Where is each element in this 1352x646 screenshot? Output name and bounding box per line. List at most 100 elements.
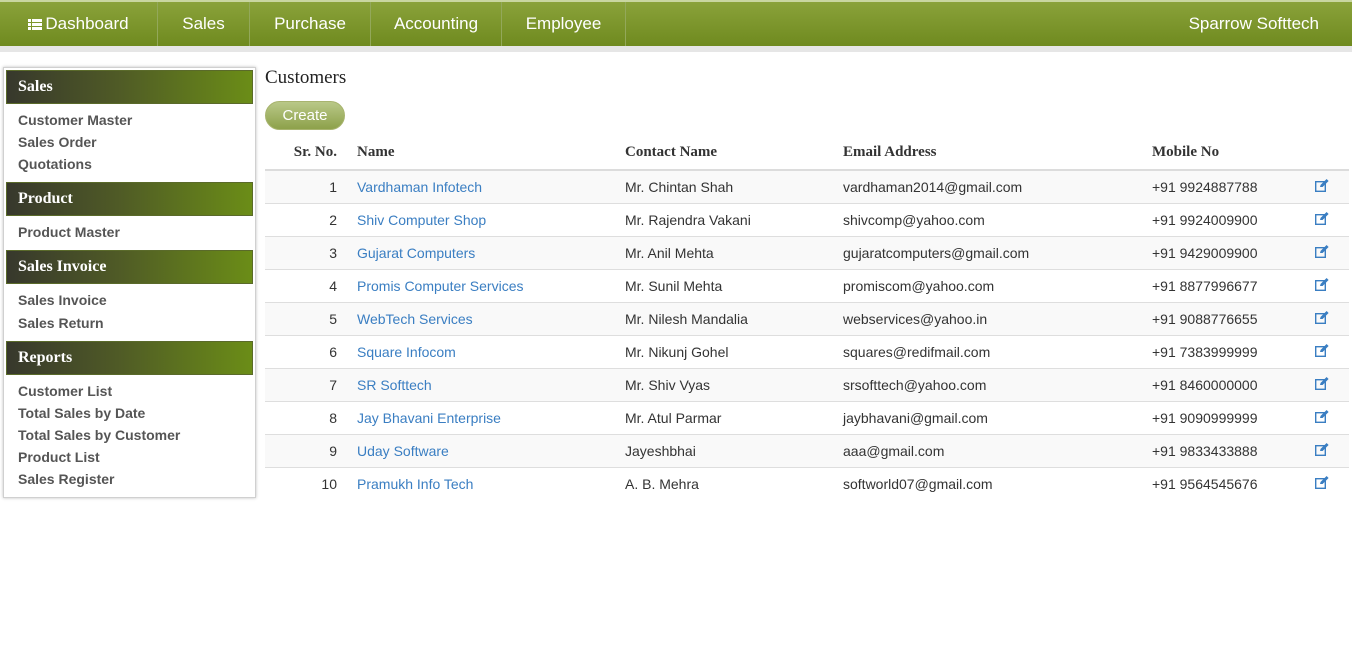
edit-icon[interactable] xyxy=(1314,442,1329,456)
cell-mobile: +91 9833433888 xyxy=(1152,433,1302,467)
sidebar-item-sales-order[interactable]: Sales Order xyxy=(18,134,97,150)
nav-purchase-label: Purchase xyxy=(274,14,346,33)
edit-icon[interactable] xyxy=(1314,475,1329,489)
cell-contact-name: Mr. Rajendra Vakani xyxy=(625,202,843,236)
cell-email: srsofttech@yahoo.com xyxy=(843,367,1152,401)
nav-dashboard-label: Dashboard xyxy=(45,14,129,33)
cell-contact-name: Mr. Sunil Mehta xyxy=(625,268,843,302)
edit-icon[interactable] xyxy=(1314,376,1329,390)
sidebar-header-reports: Reports xyxy=(6,341,253,375)
cell-sr-no: 10 xyxy=(265,466,347,500)
cell-email: vardhaman2014@gmail.com xyxy=(843,169,1152,203)
sidebar-item-sales-return[interactable]: Sales Return xyxy=(18,315,104,331)
customers-table: Sr. No. Name Contact Name Email Address … xyxy=(265,136,1349,500)
cell-mobile: +91 9564545676 xyxy=(1152,466,1302,500)
edit-icon[interactable] xyxy=(1314,310,1329,324)
edit-icon[interactable] xyxy=(1314,277,1329,291)
cell-mobile: +91 9088776655 xyxy=(1152,301,1302,335)
create-button[interactable]: Create xyxy=(265,101,345,130)
sidebar-header-product: Product xyxy=(6,182,253,216)
customer-name-link[interactable]: Square Infocom xyxy=(357,344,456,360)
edit-icon[interactable] xyxy=(1314,178,1329,192)
cell-mobile: +91 9090999999 xyxy=(1152,400,1302,434)
sidebar-item-sales-invoice[interactable]: Sales Invoice xyxy=(18,292,107,308)
nav-sales-label: Sales xyxy=(182,14,225,33)
cell-email: promiscom@yahoo.com xyxy=(843,268,1152,302)
cell-contact-name: Mr. Atul Parmar xyxy=(625,400,843,434)
sidebar: Sales Customer Master Sales Order Quotat… xyxy=(3,67,256,498)
list-icon xyxy=(28,18,43,30)
table-row: 4 Promis Computer Services Mr. Sunil Mehta… xyxy=(265,268,1349,302)
edit-icon[interactable] xyxy=(1314,409,1329,423)
nav-accounting-label: Accounting xyxy=(393,14,479,33)
cell-sr-no: 8 xyxy=(265,400,347,434)
cell-email: shivcomp@yahoo.com xyxy=(843,202,1152,236)
customer-name-link[interactable]: Vardhaman Infotech xyxy=(357,179,482,195)
table-row: 10 Pramukh Info Tech A. B. Mehra softworld0… xyxy=(265,466,1349,500)
customer-name-link[interactable]: Gujarat Computers xyxy=(357,245,475,261)
cell-sr-no: 9 xyxy=(265,433,347,467)
table-row: 6 Square Infocom Mr. Nikunj Gohel squares@r… xyxy=(265,334,1349,368)
cell-sr-no: 5 xyxy=(265,301,347,335)
table-row: 2 Shiv Computer Shop Mr. Rajendra Vakani sh… xyxy=(265,202,1349,236)
edit-icon[interactable] xyxy=(1314,244,1329,258)
cell-contact-name: Jayeshbhai xyxy=(625,433,843,467)
column-header-mobile: Mobile No xyxy=(1152,136,1302,171)
table-row: 5 WebTech Services Mr. Nilesh Mandalia webs… xyxy=(265,301,1349,335)
customer-name-link[interactable]: Pramukh Info Tech xyxy=(357,476,473,492)
cell-mobile: +91 8460000000 xyxy=(1152,367,1302,401)
customer-name-link[interactable]: WebTech Services xyxy=(357,311,473,327)
nav-employee-label: Employee xyxy=(525,14,602,33)
sidebar-item-product-master[interactable]: Product Master xyxy=(18,224,120,240)
column-header-contact-name: Contact Name xyxy=(625,136,843,171)
customer-name-link[interactable]: SR Softtech xyxy=(357,377,432,393)
cell-contact-name: Mr. Nilesh Mandalia xyxy=(625,301,843,335)
cell-email: aaa@gmail.com xyxy=(843,433,1152,467)
column-header-email: Email Address xyxy=(843,136,1152,171)
cell-contact-name: Mr. Anil Mehta xyxy=(625,235,843,269)
navbar-underbar xyxy=(0,46,1352,52)
edit-icon[interactable] xyxy=(1314,343,1329,357)
table-row: 7 SR Softtech Mr. Shiv Vyas srsofttech@yaho… xyxy=(265,367,1349,401)
table-row: 1 Vardhaman Infotech Mr. Chintan Shah vardh… xyxy=(265,169,1349,203)
cell-email: webservices@yahoo.in xyxy=(843,301,1152,335)
customer-name-link[interactable]: Uday Software xyxy=(357,443,449,459)
sidebar-item-customer-master[interactable]: Customer Master xyxy=(18,112,132,128)
sidebar-header-sales-invoice: Sales Invoice xyxy=(6,250,253,284)
cell-email: gujaratcomputers@gmail.com xyxy=(843,235,1152,269)
nav-dashboard[interactable]: Dashboard xyxy=(0,2,158,46)
cell-email: jaybhavani@gmail.com xyxy=(843,400,1152,434)
cell-sr-no: 2 xyxy=(265,202,347,236)
cell-mobile: +91 8877996677 xyxy=(1152,268,1302,302)
table-row: 8 Jay Bhavani Enterprise Mr. Atul Parmar ja… xyxy=(265,400,1349,434)
cell-mobile: +91 9924009900 xyxy=(1152,202,1302,236)
cell-email: softworld07@gmail.com xyxy=(843,466,1152,500)
customer-name-link[interactable]: Promis Computer Services xyxy=(357,278,524,294)
sidebar-item-total-sales-by-date[interactable]: Total Sales by Date xyxy=(18,405,145,421)
nav-accounting[interactable]: Accounting xyxy=(371,2,502,46)
nav-employee[interactable]: Employee xyxy=(502,2,626,46)
customer-name-link[interactable]: Jay Bhavani Enterprise xyxy=(357,410,501,426)
cell-sr-no: 6 xyxy=(265,334,347,368)
edit-icon[interactable] xyxy=(1314,211,1329,225)
cell-contact-name: Mr. Shiv Vyas xyxy=(625,367,843,401)
sidebar-item-sales-register[interactable]: Sales Register xyxy=(18,471,115,487)
sidebar-item-quotations[interactable]: Quotations xyxy=(18,156,92,172)
column-header-sr-no: Sr. No. xyxy=(265,136,347,171)
cell-mobile: +91 9429009900 xyxy=(1152,235,1302,269)
sidebar-header-sales: Sales xyxy=(6,70,253,104)
brand-name[interactable]: Sparrow Softtech xyxy=(1189,2,1352,46)
cell-email: squares@redifmail.com xyxy=(843,334,1152,368)
sidebar-item-product-list[interactable]: Product List xyxy=(18,449,100,465)
sidebar-item-customer-list[interactable]: Customer List xyxy=(18,383,112,399)
cell-sr-no: 3 xyxy=(265,235,347,269)
column-header-actions xyxy=(1302,136,1349,171)
cell-contact-name: Mr. Nikunj Gohel xyxy=(625,334,843,368)
table-row: 3 Gujarat Computers Mr. Anil Mehta gujaratc… xyxy=(265,235,1349,269)
customer-name-link[interactable]: Shiv Computer Shop xyxy=(357,212,486,228)
sidebar-item-total-sales-by-customer[interactable]: Total Sales by Customer xyxy=(18,427,180,443)
nav-purchase[interactable]: Purchase xyxy=(250,2,371,46)
cell-mobile: +91 7383999999 xyxy=(1152,334,1302,368)
cell-contact-name: A. B. Mehra xyxy=(625,466,843,500)
nav-sales[interactable]: Sales xyxy=(158,2,250,46)
